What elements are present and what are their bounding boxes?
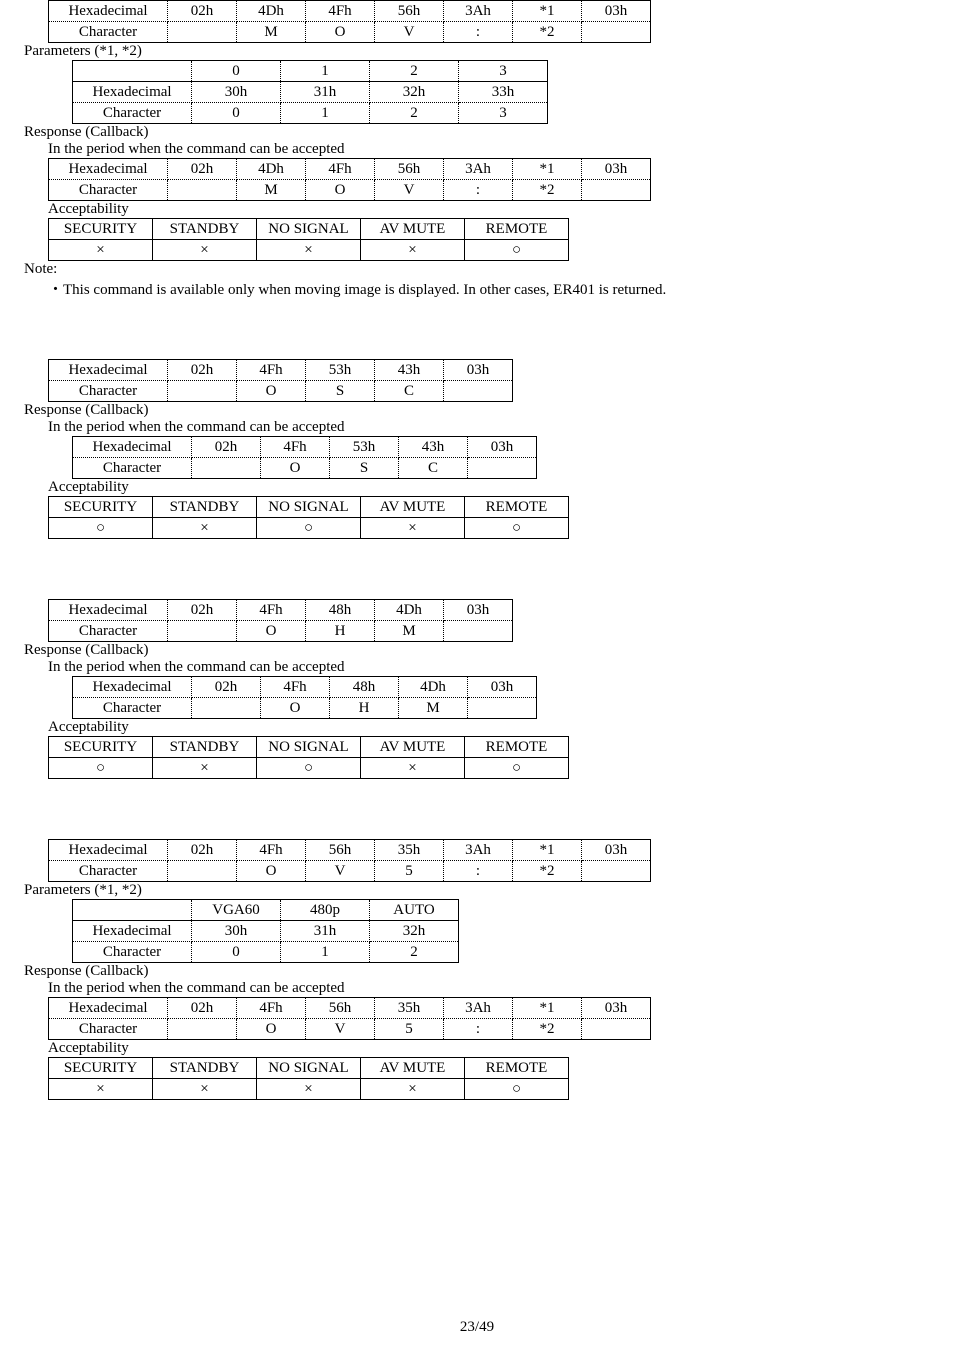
block4-acceptability-label: Acceptability — [48, 1040, 930, 1057]
block1-response-table: Hexadecimal 02h 4Dh 4Fh 56h 3Ah *1 03h C… — [48, 158, 651, 201]
note-label: Note: — [24, 261, 930, 278]
block4-response-table: Hexadecimal 02h 4Fh 56h 35h 3Ah *1 03h C… — [48, 997, 651, 1040]
block1-response-label: Response (Callback) — [24, 124, 930, 141]
label-chr: Character — [49, 22, 168, 43]
block2-response-label: Response (Callback) — [24, 402, 930, 419]
label-hex: Hexadecimal — [49, 1, 168, 22]
block4-acceptability-table: SECURITY STANDBY NO SIGNAL AV MUTE REMOT… — [48, 1057, 569, 1100]
block3-period-label: In the period when the command can be ac… — [48, 659, 930, 676]
block2-response-table: Hexadecimal 02h 4Fh 53h 43h 03h Characte… — [72, 436, 537, 479]
note-text: ・This command is available only when mov… — [48, 278, 930, 299]
block4-top-command-table: Hexadecimal 02h 4Fh 56h 35h 3Ah *1 03h C… — [48, 839, 651, 882]
block3-acceptability-table: SECURITY STANDBY NO SIGNAL AV MUTE REMOT… — [48, 736, 569, 779]
block4-params-table: VGA60 480p AUTO Hexadecimal 30h 31h 32h … — [72, 899, 459, 963]
block1-params-table: 0 1 2 3 Hexadecimal 30h 31h 32h 33h Char… — [72, 60, 548, 124]
block1-parameters-label: Parameters (*1, *2) — [24, 43, 930, 60]
block1-acceptability-table: SECURITY STANDBY NO SIGNAL AV MUTE REMOT… — [48, 218, 569, 261]
block2-acceptability-table: SECURITY STANDBY NO SIGNAL AV MUTE REMOT… — [48, 496, 569, 539]
block2-acceptability-label: Acceptability — [48, 479, 930, 496]
block1-acceptability-label: Acceptability — [48, 201, 930, 218]
block3-response-label: Response (Callback) — [24, 642, 930, 659]
block2-top-command-table: Hexadecimal 02h 4Fh 53h 43h 03h Characte… — [48, 359, 513, 402]
block1-period-label: In the period when the command can be ac… — [48, 141, 930, 158]
block2-period-label: In the period when the command can be ac… — [48, 419, 930, 436]
block3-acceptability-label: Acceptability — [48, 719, 930, 736]
block4-parameters-label: Parameters (*1, *2) — [24, 882, 930, 899]
block4-response-label: Response (Callback) — [24, 963, 930, 980]
block3-top-command-table: Hexadecimal 02h 4Fh 48h 4Dh 03h Characte… — [48, 599, 513, 642]
page-number: 23/49 — [0, 1319, 954, 1336]
block3-response-table: Hexadecimal 02h 4Fh 48h 4Dh 03h Characte… — [72, 676, 537, 719]
block4-period-label: In the period when the command can be ac… — [48, 980, 930, 997]
block1-top-command-table: Hexadecimal 02h 4Dh 4Fh 56h 3Ah *1 03h C… — [48, 0, 651, 43]
